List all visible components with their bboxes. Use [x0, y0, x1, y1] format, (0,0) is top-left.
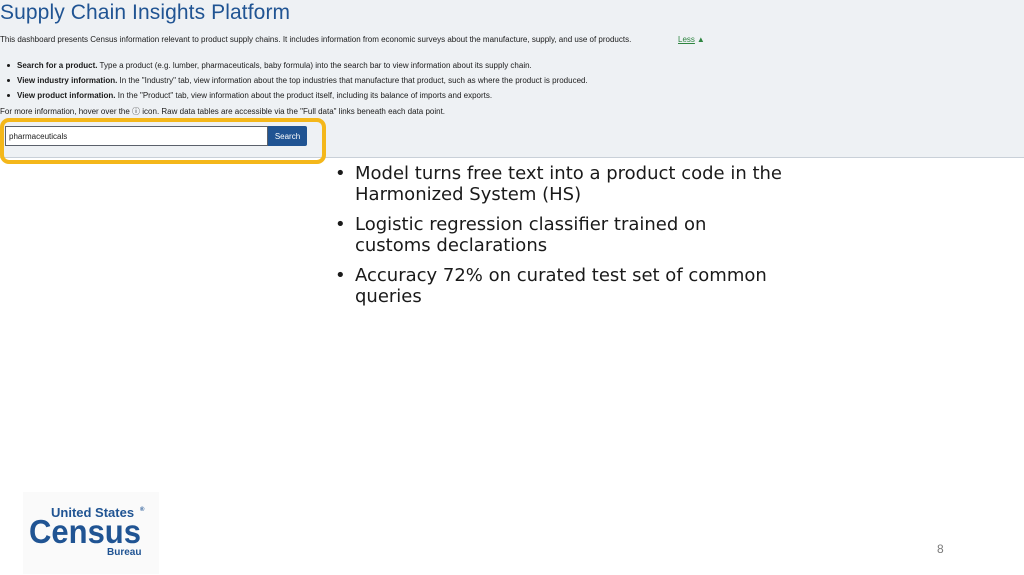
instruction-heading: View industry information. — [17, 76, 118, 85]
dashboard-screenshot: Supply Chain Insights Platform This dash… — [0, 0, 1024, 158]
search-button[interactable]: Search — [268, 126, 307, 146]
instruction-heading: View product information. — [17, 91, 116, 100]
slide-bullet-list: Model turns free text into a product cod… — [335, 163, 785, 316]
logo-line-2: Census — [29, 513, 141, 550]
intro-text: This dashboard presents Census informati… — [0, 35, 632, 44]
instruction-text: Type a product (e.g. lumber, pharmaceuti… — [97, 61, 532, 70]
search-input[interactable]: pharmaceuticals — [5, 126, 268, 146]
less-link[interactable]: Less ▲ — [678, 35, 705, 44]
logo-line-3: Bureau — [107, 547, 141, 558]
page-title: Supply Chain Insights Platform — [0, 1, 291, 24]
slide-bullet: Model turns free text into a product cod… — [335, 163, 785, 205]
instruction-list: Search for a product. Type a product (e.… — [7, 58, 588, 103]
census-bureau-logo: United States ® Census Bureau — [23, 492, 159, 574]
less-label: Less — [678, 35, 695, 44]
instruction-text: In the "Product" tab, view information a… — [115, 91, 493, 100]
slide-bullet: Logistic regression classifier trained o… — [335, 214, 785, 256]
list-item: Search for a product. Type a product (e.… — [7, 58, 588, 73]
instruction-text: In the "Industry" tab, view information … — [117, 76, 588, 85]
logo-registered-mark: ® — [140, 506, 145, 513]
more-info-text: For more information, hover over the ⓘ i… — [0, 107, 446, 116]
slide-bullet: Accuracy 72% on curated test set of comm… — [335, 265, 785, 307]
triangle-up-icon: ▲ — [696, 35, 705, 44]
list-item: View industry information. In the "Indus… — [7, 73, 588, 88]
list-item: View product information. In the "Produc… — [7, 88, 588, 103]
slide-page-number: 8 — [937, 542, 944, 556]
instruction-heading: Search for a product. — [17, 61, 98, 70]
